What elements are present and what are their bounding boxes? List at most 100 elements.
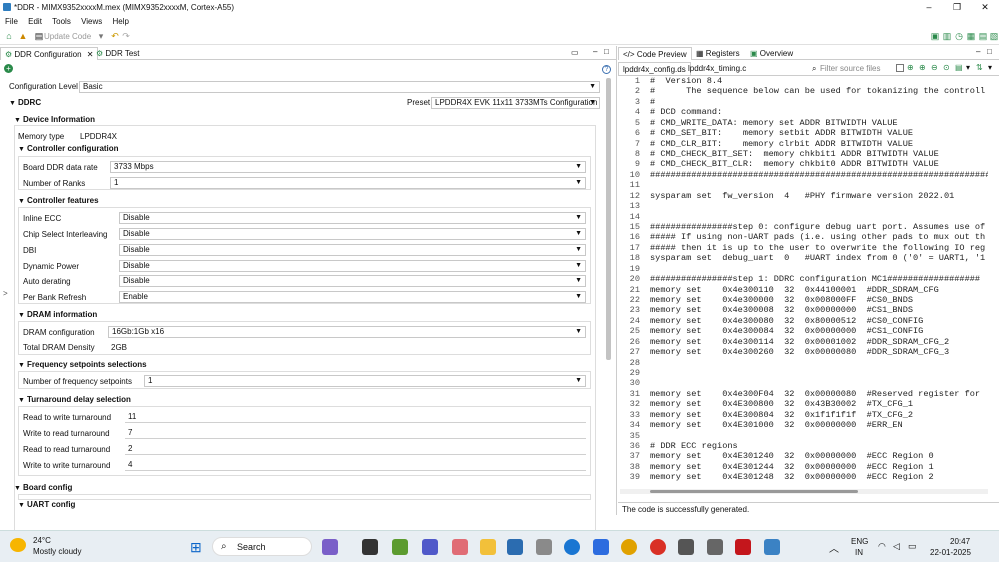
wifi-icon[interactable]: ◠	[878, 541, 886, 552]
tee-icon[interactable]: ▤	[978, 31, 988, 41]
chevron-down-icon[interactable]: ▾	[966, 63, 970, 72]
checkbox[interactable]	[896, 64, 904, 72]
edge-icon[interactable]	[564, 539, 580, 555]
store-icon[interactable]	[507, 539, 523, 555]
snipping-icon[interactable]	[536, 539, 552, 555]
terminal-icon[interactable]	[362, 539, 378, 555]
tab-overview[interactable]: ▣ Overview	[746, 47, 797, 60]
chrome-icon[interactable]	[621, 539, 637, 555]
tab-code-preview[interactable]: </> Code Preview	[618, 47, 692, 60]
section-controller-configuration[interactable]: ▼ Controller configuration	[18, 144, 119, 153]
zoom-out-icon[interactable]: ⊖	[931, 63, 938, 72]
chevron-up-icon[interactable]: ︿	[829, 540, 839, 555]
horizontal-scrollbar[interactable]	[650, 490, 858, 493]
filter-input[interactable]: Filter source files	[820, 64, 892, 73]
config-tools-icon[interactable]	[764, 539, 780, 555]
peripherals-icon[interactable]: ▦	[966, 31, 976, 41]
language-secondary[interactable]: IN	[855, 548, 863, 557]
volume-icon[interactable]: ◁	[893, 541, 900, 552]
maximize-button[interactable]: ❐	[943, 0, 971, 15]
section-board-config[interactable]: ▼ Board config	[14, 483, 72, 492]
write-to-write-input[interactable]: 4	[125, 459, 586, 471]
dram-config-select[interactable]: 16Gb:1Gb x16 ▼	[108, 326, 586, 338]
battery-icon[interactable]: ▭	[908, 541, 917, 552]
menu-views[interactable]: Views	[81, 15, 102, 29]
tab-lpddr4x-config[interactable]: lpddr4x_config.ds	[618, 62, 691, 75]
taskbar-search[interactable]: ⌕ Search	[212, 537, 312, 556]
copilot-icon[interactable]	[322, 539, 338, 555]
sort-icon[interactable]: ⇅	[976, 63, 983, 72]
expand-arrow-icon[interactable]: >	[3, 289, 8, 298]
start-icon[interactable]: ⊞	[190, 540, 202, 554]
tab-registers[interactable]: ▦ Registers	[692, 47, 744, 60]
mcuxpresso-icon[interactable]	[678, 539, 694, 555]
preset-select[interactable]: LPDDR4X EVK 11x11 3733MTs Configuration ▼	[431, 97, 600, 109]
section-controller-features[interactable]: ▼ Controller features	[18, 196, 99, 205]
per-bank-refresh-select[interactable]: Enable ▼	[119, 291, 586, 303]
tab-ddr-test[interactable]: ⚙ DDR Test	[92, 47, 144, 60]
copilot-app-icon[interactable]	[452, 539, 468, 555]
code-editor[interactable]: 1 # Version 8.4 2 # The sequence below can …	[620, 76, 988, 481]
add-icon[interactable]: +	[4, 64, 13, 73]
help-icon[interactable]: ?	[602, 65, 611, 74]
auto-derating-select[interactable]: Disable ▼	[119, 275, 586, 287]
dbi-select[interactable]: Disable ▼	[119, 244, 586, 256]
section-ddrc[interactable]: ▼ DDRC	[9, 98, 41, 107]
read-to-read-input[interactable]: 2	[125, 443, 586, 455]
home-icon[interactable]: ⌂	[4, 31, 14, 41]
calculator-icon[interactable]	[707, 539, 723, 555]
inline-ecc-select[interactable]: Disable ▼	[119, 212, 586, 224]
minimize-panel-icon[interactable]: –	[593, 47, 597, 56]
cs-interleaving-select[interactable]: Disable ▼	[119, 228, 586, 240]
pins-icon[interactable]: ▥	[942, 31, 952, 41]
minimize-panel-icon[interactable]: –	[976, 47, 980, 56]
menu-help[interactable]: Help	[113, 15, 129, 29]
language-primary[interactable]: ENG	[851, 537, 868, 546]
ddr-icon[interactable]: ▧	[989, 31, 999, 41]
maximize-panel-icon[interactable]: □	[987, 47, 992, 56]
menu-file[interactable]: File	[5, 15, 18, 29]
section-device-information[interactable]: ▼ Device Information	[14, 115, 95, 124]
chevron-down-icon[interactable]: ▾	[96, 31, 106, 41]
weather-icon[interactable]	[10, 538, 26, 552]
redo-icon[interactable]: ↷	[121, 31, 131, 41]
clock-date[interactable]: 22-01-2025	[930, 548, 971, 557]
minecraft-icon[interactable]	[392, 539, 408, 555]
maximize-panel-icon[interactable]: □	[604, 47, 609, 56]
clock-time[interactable]: 20:47	[950, 537, 970, 546]
tab-lpddr4x-timing[interactable]: lpddr4x_timing.c	[684, 62, 750, 75]
config-level-select[interactable]: Basic ▼	[79, 81, 600, 93]
chevron-down-icon[interactable]: ▾	[988, 63, 992, 72]
section-dram-information[interactable]: ▼ DRAM information	[18, 310, 97, 319]
vertical-scrollbar[interactable]	[606, 78, 611, 360]
section-uart-config[interactable]: ▼ UART config	[18, 500, 75, 509]
perspective-icon[interactable]: ▣	[930, 31, 940, 41]
update-code-button[interactable]: Update Code	[44, 32, 91, 41]
section-turnaround-delay[interactable]: ▼ Turnaround delay selection	[18, 395, 131, 404]
zoom-reset-icon[interactable]: ⊙	[943, 63, 950, 72]
warning-icon[interactable]: ▲	[18, 31, 28, 41]
ranks-select[interactable]: 1 ▼	[110, 177, 586, 189]
close-button[interactable]: ✕	[971, 0, 999, 15]
chrome-profile-icon[interactable]	[650, 539, 666, 555]
zoom-in-icon[interactable]: ⊕	[919, 63, 926, 72]
dynamic-power-select[interactable]: Disable ▼	[119, 260, 586, 272]
teams-icon[interactable]	[422, 539, 438, 555]
acrobat-icon[interactable]	[735, 539, 751, 555]
menu-edit[interactable]: Edit	[28, 15, 42, 29]
read-to-write-input[interactable]: 11	[125, 411, 586, 423]
tab-ddr-configuration[interactable]: ⚙ DDR Configuration ✕	[0, 47, 99, 60]
write-to-read-input[interactable]: 7	[125, 427, 586, 439]
menu-tools[interactable]: Tools	[52, 15, 71, 29]
export-icon[interactable]: ▤	[955, 63, 963, 72]
zoom-icon[interactable]: ⊕	[907, 63, 914, 72]
section-frequency-setpoints[interactable]: ▼ Frequency setpoints selections	[18, 360, 147, 369]
board-rate-select[interactable]: 3733 Mbps ▼	[110, 161, 586, 173]
view-menu-icon[interactable]: ▭	[571, 48, 579, 57]
undo-icon[interactable]: ↶	[110, 31, 120, 41]
minimize-button[interactable]: –	[915, 0, 943, 15]
file-explorer-icon[interactable]	[480, 539, 496, 555]
num-freq-select[interactable]: 1 ▼	[144, 375, 586, 387]
zoom-app-icon[interactable]	[593, 539, 609, 555]
clocks-icon[interactable]: ◷	[954, 31, 964, 41]
